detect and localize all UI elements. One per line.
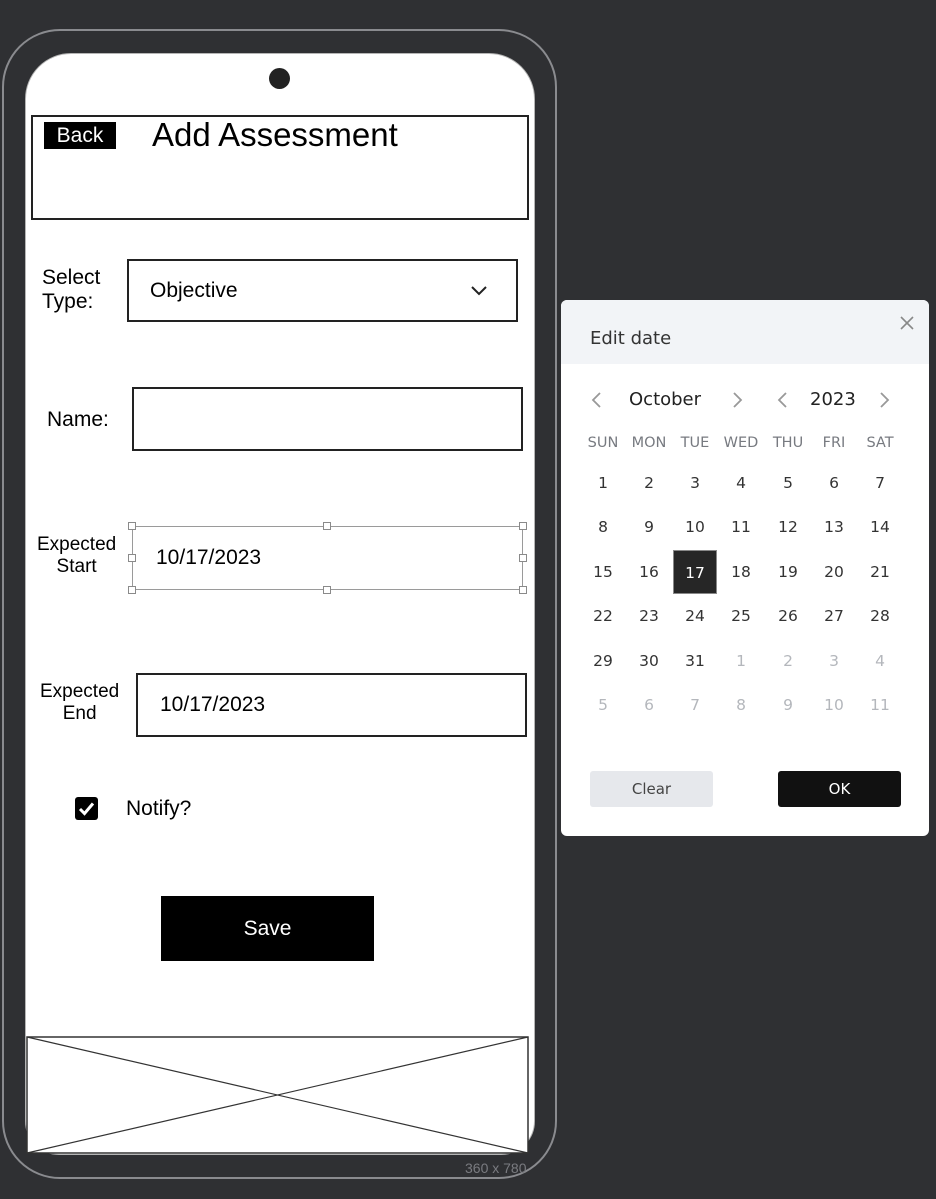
close-icon[interactable] — [898, 314, 916, 332]
resize-handle[interactable] — [519, 522, 527, 530]
calendar-day[interactable]: 1 — [581, 461, 625, 505]
save-button[interactable]: Save — [161, 896, 374, 961]
calendar-day[interactable]: 12 — [766, 505, 810, 549]
resize-handle[interactable] — [128, 522, 136, 530]
dialog-title: Edit date — [590, 328, 672, 349]
calendar-day[interactable]: 4 — [858, 639, 902, 683]
resize-handle[interactable] — [323, 522, 331, 530]
weekday-label: MON — [631, 435, 667, 451]
device-size-label: 360 x 780 — [465, 1160, 527, 1176]
calendar-day[interactable]: 13 — [812, 505, 856, 549]
calendar-day[interactable]: 2 — [627, 461, 671, 505]
clear-button[interactable]: Clear — [590, 771, 713, 807]
calendar-day-selected[interactable]: 17 — [673, 550, 717, 594]
expected-start-field[interactable]: 10/17/2023 — [132, 526, 523, 590]
weekday-label: FRI — [822, 435, 846, 451]
calendar-day[interactable]: 2 — [766, 639, 810, 683]
expected-start-value: 10/17/2023 — [156, 546, 262, 569]
calendar-day[interactable]: 26 — [766, 594, 810, 638]
calendar-day[interactable]: 3 — [673, 461, 717, 505]
name-field[interactable] — [132, 387, 523, 451]
calendar-day[interactable]: 3 — [812, 639, 856, 683]
chevron-down-icon — [471, 286, 487, 296]
resize-handle[interactable] — [519, 554, 527, 562]
expected-end-field[interactable]: 10/17/2023 — [136, 673, 527, 737]
camera-notch — [269, 68, 290, 89]
calendar-day[interactable]: 19 — [766, 550, 810, 594]
weekday-label: SAT — [866, 435, 894, 451]
calendar-day[interactable]: 23 — [627, 594, 671, 638]
resize-handle[interactable] — [519, 586, 527, 594]
checkmark-icon — [78, 802, 95, 816]
calendar-day[interactable]: 18 — [719, 550, 763, 594]
calendar-day[interactable]: 22 — [581, 594, 625, 638]
weekday-label: THU — [772, 435, 804, 451]
notify-label: Notify? — [126, 797, 192, 820]
weekday-label: TUE — [680, 435, 710, 451]
calendar-day[interactable]: 31 — [673, 639, 717, 683]
calendar-day[interactable]: 1 — [719, 639, 763, 683]
page-title: Add Assessment — [152, 116, 398, 153]
calendar-day[interactable]: 28 — [858, 594, 902, 638]
calendar-day[interactable]: 5 — [581, 683, 625, 727]
calendar-day[interactable]: 11 — [719, 505, 763, 549]
calendar-day[interactable]: 7 — [858, 461, 902, 505]
calendar-day[interactable]: 4 — [719, 461, 763, 505]
image-placeholder-icon — [26, 1036, 529, 1154]
calendar-day[interactable]: 9 — [766, 683, 810, 727]
month-label[interactable]: October — [629, 389, 701, 410]
weekday-label: WED — [723, 435, 759, 451]
resize-handle[interactable] — [128, 554, 136, 562]
calendar-day[interactable]: 5 — [766, 461, 810, 505]
calendar-day[interactable]: 8 — [581, 505, 625, 549]
calendar-day[interactable]: 6 — [627, 683, 671, 727]
calendar-day[interactable]: 6 — [812, 461, 856, 505]
edit-date-dialog: Edit date October 2023 SUN MON TUE WED THU FR… — [561, 300, 929, 836]
name-input[interactable] — [134, 389, 521, 449]
calendar-day[interactable]: 10 — [673, 505, 717, 549]
resize-handle[interactable] — [128, 586, 136, 594]
year-label[interactable]: 2023 — [810, 389, 856, 410]
name-label: Name: — [47, 408, 109, 431]
calendar-day[interactable]: 9 — [627, 505, 671, 549]
calendar-day[interactable]: 27 — [812, 594, 856, 638]
calendar-day[interactable]: 8 — [719, 683, 763, 727]
calendar-day[interactable]: 14 — [858, 505, 902, 549]
prev-month-icon[interactable] — [589, 390, 605, 410]
prev-year-icon[interactable] — [775, 390, 791, 410]
calendar-day[interactable]: 24 — [673, 594, 717, 638]
ok-button[interactable]: OK — [778, 771, 901, 807]
expected-start-label: Expected Start — [37, 534, 117, 577]
type-select[interactable]: Objective — [127, 259, 518, 322]
calendar-day[interactable]: 15 — [581, 550, 625, 594]
next-year-icon[interactable] — [876, 390, 892, 410]
type-select-value: Objective — [150, 278, 238, 302]
next-month-icon[interactable] — [729, 390, 745, 410]
calendar-day[interactable]: 16 — [627, 550, 671, 594]
calendar-day[interactable]: 10 — [812, 683, 856, 727]
calendar-day[interactable]: 21 — [858, 550, 902, 594]
calendar-day[interactable]: 29 — [581, 639, 625, 683]
calendar-day[interactable]: 7 — [673, 683, 717, 727]
notify-checkbox[interactable] — [75, 797, 98, 820]
expected-end-label: Expected End — [40, 681, 120, 724]
calendar-day[interactable]: 25 — [719, 594, 763, 638]
calendar-day[interactable]: 20 — [812, 550, 856, 594]
weekday-label: SUN — [587, 435, 619, 451]
calendar-day[interactable]: 11 — [858, 683, 902, 727]
back-button[interactable]: Back — [44, 122, 116, 149]
calendar-day[interactable]: 30 — [627, 639, 671, 683]
expected-end-value: 10/17/2023 — [160, 693, 266, 716]
select-type-label: Select Type: — [42, 266, 101, 313]
resize-handle[interactable] — [323, 586, 331, 594]
